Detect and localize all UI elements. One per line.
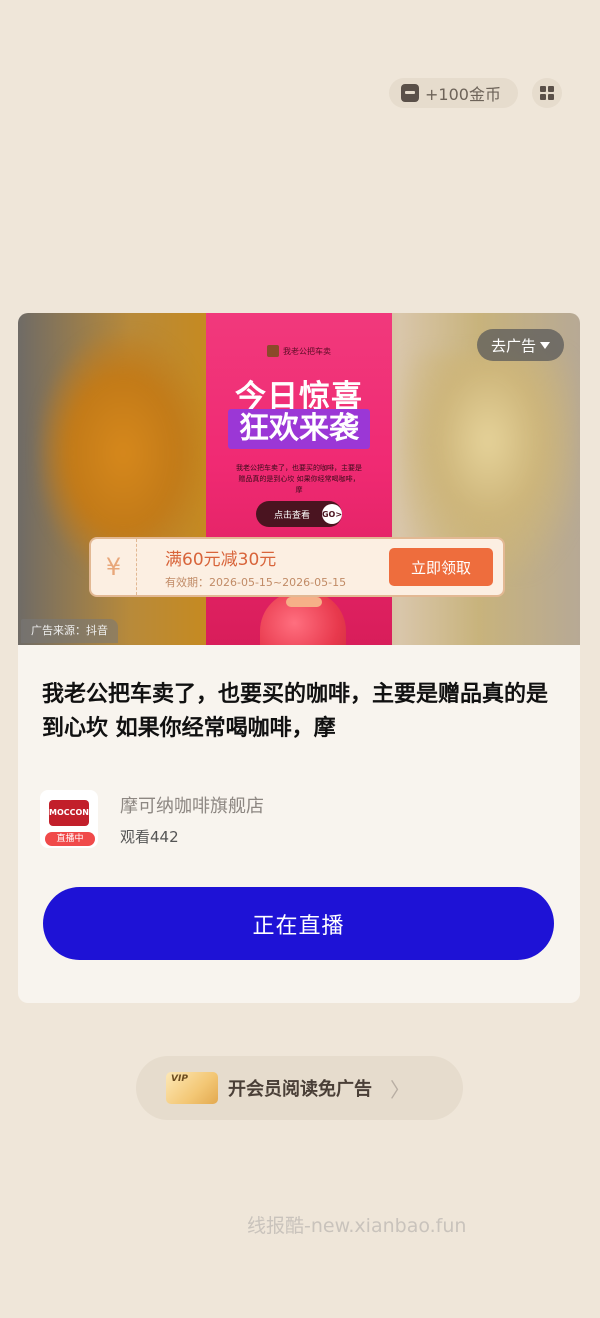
menu-button[interactable] — [532, 78, 562, 108]
live-badge: 直播中 — [45, 832, 95, 846]
vip-remove-ads-button[interactable]: VIP 开会员阅读免广告 〉 — [136, 1056, 463, 1120]
poster-description: 我老公把车卖了，也要买的咖啡，主要是赠品真的是到心坎 如果你经常喝咖啡，摩 — [236, 464, 362, 494]
remove-ad-label: 去广告 — [490, 336, 536, 355]
gift-bag-tie — [286, 597, 322, 607]
vip-text: 开会员阅读免广告 — [228, 1079, 372, 1100]
poster-brand: 我老公把车卖 — [206, 345, 392, 357]
shop-avatar[interactable]: MOCCONA 直播中 — [40, 790, 98, 848]
remove-ad-button[interactable]: 去广告 — [477, 329, 564, 361]
poster-go-icon: GO> — [322, 504, 342, 524]
wallet-icon — [401, 84, 419, 102]
poster-subheadline: 狂欢来袭 — [228, 409, 370, 449]
ad-text[interactable]: 我老公把车卖了，也要买的咖啡，主要是赠品真的是到心坎 如果你经常喝咖啡，摩 — [18, 645, 580, 745]
poster-cta-button[interactable]: 点击查看 GO> — [256, 501, 342, 527]
yen-icon: ¥ — [91, 539, 137, 595]
ad-image[interactable]: 我老公把车卖 今日惊喜 狂欢来袭 我老公把车卖了，也要买的咖啡，主要是赠品真的是… — [18, 313, 580, 645]
poster-cta-label: 点击查看 — [274, 510, 311, 521]
watermark: 线报酷-new.xianbao.fun — [247, 1215, 467, 1237]
shop-info-row[interactable]: MOCCONA 直播中 摩可纳咖啡旗舰店 观看442 — [40, 790, 264, 848]
vip-badge-icon: VIP — [166, 1072, 218, 1104]
shop-text: 摩可纳咖啡旗舰店 观看442 — [120, 792, 264, 847]
coupon-title: 满60元减30元 — [165, 549, 277, 570]
grid-icon — [540, 86, 554, 100]
coupon-validity: 有效期：2026-05-15~2026-05-15 — [165, 575, 347, 589]
poster-brand-text: 我老公把车卖 — [283, 346, 331, 356]
claim-coupon-button[interactable]: 立即领取 — [389, 548, 493, 586]
coin-reward-label: +100金币 — [425, 85, 501, 104]
moccona-logo: MOCCONA — [49, 800, 95, 826]
coin-reward-pill[interactable]: +100金币 — [389, 78, 518, 108]
live-now-button[interactable]: 正在直播 — [43, 887, 554, 960]
shop-views: 观看442 — [120, 827, 179, 846]
chevron-right-icon: 〉 — [390, 1077, 410, 1102]
ad-source-tag: 广告来源：抖音 — [21, 619, 118, 643]
coupon-info: 满60元减30元 有效期：2026-05-15~2026-05-15 — [137, 545, 389, 590]
shop-name: 摩可纳咖啡旗舰店 — [120, 795, 264, 817]
ad-card[interactable]: 我老公把车卖 今日惊喜 狂欢来袭 我老公把车卖了，也要买的咖啡，主要是赠品真的是… — [18, 313, 580, 1003]
coupon[interactable]: ¥ 满60元减30元 有效期：2026-05-15~2026-05-15 立即领… — [89, 537, 505, 597]
brand-logo-icon — [267, 345, 279, 357]
caret-down-icon — [540, 341, 550, 349]
